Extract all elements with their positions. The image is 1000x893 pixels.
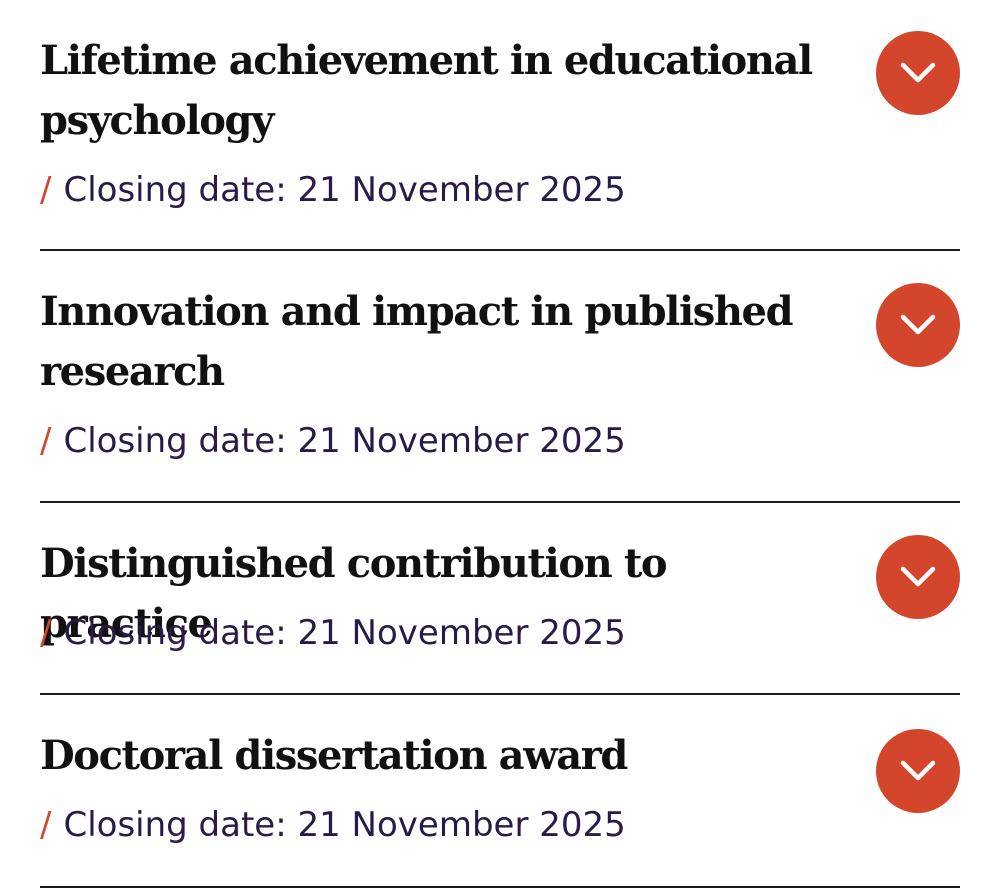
award-item[interactable]: Doctoral dissertation award / Closing dat… (40, 695, 960, 888)
closing-date-text: Closing date: 21 November 2025 (63, 421, 626, 461)
chevron-down-icon (900, 566, 936, 587)
award-title: Lifetime achievement in educational psyc… (40, 37, 813, 144)
expand-toggle-button[interactable] (876, 729, 960, 813)
closing-date-text: Closing date: 21 November 2025 (63, 170, 626, 210)
closing-date-text: Closing date: 21 November 2025 (63, 613, 626, 653)
closing-date-separator: / (40, 170, 52, 210)
expand-toggle-button[interactable] (876, 283, 960, 367)
closing-date-text: Closing date: 21 November 2025 (63, 805, 626, 845)
award-title: Doctoral dissertation award (40, 732, 628, 779)
expand-toggle-button[interactable] (876, 31, 960, 115)
closing-date: / Closing date: 21 November 2025 (40, 170, 626, 210)
expand-toggle-button[interactable] (876, 535, 960, 619)
award-item[interactable]: Lifetime achievement in educational psyc… (40, 0, 960, 251)
closing-date: / Closing date: 21 November 2025 (40, 805, 626, 845)
awards-accordion: Lifetime achievement in educational psyc… (40, 0, 960, 888)
chevron-down-icon (900, 760, 936, 781)
closing-date-separator: / (40, 421, 52, 461)
award-item[interactable]: Distinguished contribution to practice /… (40, 503, 960, 695)
closing-date-separator: / (40, 805, 52, 845)
closing-date: / Closing date: 21 November 2025 (40, 613, 626, 653)
chevron-down-icon (900, 62, 936, 83)
closing-date-separator: / (40, 613, 52, 653)
award-title: Innovation and impact in published resea… (40, 288, 794, 395)
award-item[interactable]: Innovation and impact in published resea… (40, 251, 960, 503)
closing-date: / Closing date: 21 November 2025 (40, 421, 626, 461)
chevron-down-icon (900, 314, 936, 335)
